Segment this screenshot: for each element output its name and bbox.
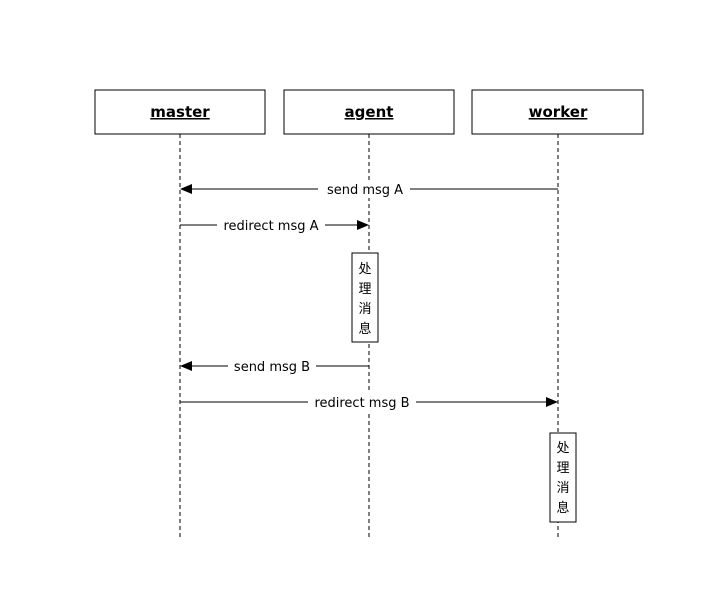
message-send-msg-a: send msg A	[180, 180, 558, 198]
note-worker: 处 理 消 息	[549, 432, 577, 523]
message-label: redirect msg A	[223, 219, 318, 234]
note-worker-char-3: 消	[556, 481, 569, 496]
actor-agent: agent	[283, 89, 455, 135]
actor-master: master	[94, 89, 266, 135]
message-label: send msg A	[327, 183, 403, 198]
actor-master-label: master	[150, 103, 210, 121]
actor-worker-label: worker	[529, 103, 588, 121]
message-send-msg-b: send msg B	[180, 357, 369, 375]
note-worker-char-1: 处	[556, 441, 569, 456]
note-agent-char-3: 消	[358, 302, 371, 317]
note-agent-char-4: 息	[358, 321, 371, 337]
note-agent-char-2: 理	[358, 282, 371, 297]
actor-agent-label: agent	[345, 103, 394, 121]
note-worker-char-2: 理	[556, 461, 569, 476]
message-label: redirect msg B	[314, 396, 409, 411]
actor-worker: worker	[471, 89, 644, 135]
message-redirect-msg-b: redirect msg B	[180, 393, 558, 411]
message-label: send msg B	[234, 360, 310, 375]
sequence-diagram: master agent worker send msg A redirect …	[94, 89, 644, 540]
note-agent-char-1: 处	[358, 262, 371, 277]
message-redirect-msg-a: redirect msg A	[180, 216, 369, 234]
note-agent: 处 理 消 息	[351, 252, 379, 343]
note-worker-char-4: 息	[556, 500, 569, 516]
